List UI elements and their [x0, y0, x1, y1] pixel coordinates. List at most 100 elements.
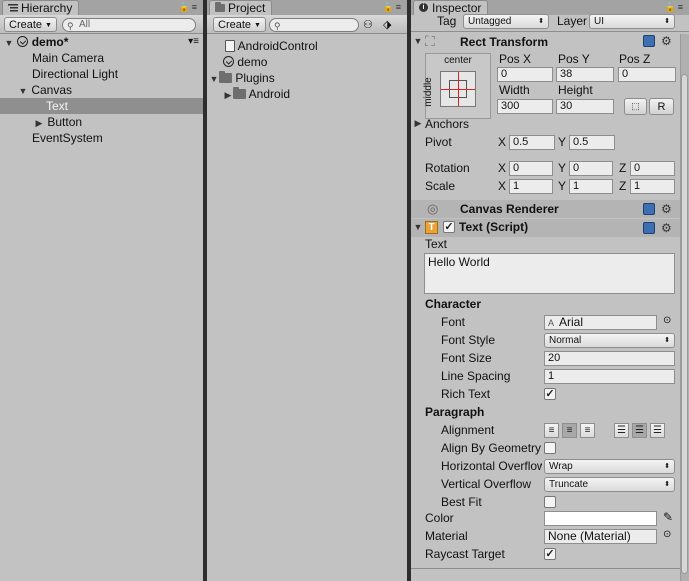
best-fit-checkbox[interactable]	[544, 496, 556, 508]
scale-z-field[interactable]: 1	[630, 179, 675, 194]
scale-y-field[interactable]: 1	[569, 179, 613, 194]
inspector-scroll-thumb[interactable]	[681, 74, 688, 574]
project-item-demo[interactable]: demo	[207, 54, 407, 70]
project-tab[interactable]: Project	[209, 0, 273, 15]
rotation-y-field[interactable]: 0	[569, 161, 613, 176]
inspector-scrollbar[interactable]	[680, 34, 689, 581]
font-field[interactable]: A Arial	[544, 315, 657, 330]
text-enabled-checkbox[interactable]: ✓	[443, 221, 455, 233]
project-item-plugins[interactable]: ▼ Plugins	[207, 70, 407, 86]
inspector-panel: i Inspector 🔒≡ Tag Untagged ⬍ Layer UI ⬍ ▼…	[411, 0, 689, 581]
raw-edit-button[interactable]: R	[649, 98, 674, 115]
project-item-androidcontrol[interactable]: AndroidControl	[207, 38, 407, 54]
font-size-field[interactable]: 20	[544, 351, 675, 366]
line-spacing-field[interactable]: 1	[544, 369, 675, 384]
hierarchy-create-button[interactable]: Create ▼	[4, 17, 57, 32]
font-style-dropdown[interactable]: Normal ⬍	[544, 333, 675, 348]
hierarchy-item-main-camera[interactable]: Main Camera	[0, 50, 203, 66]
project-create-button[interactable]: Create ▼	[213, 17, 266, 32]
panel-lock-menu-icons[interactable]: 🔒≡	[383, 2, 403, 13]
canvas-renderer-header[interactable]: ◎ Canvas Renderer ⚙	[411, 200, 689, 218]
expand-arrow-icon[interactable]: ▼	[413, 222, 423, 232]
updown-icon: ⬍	[664, 18, 670, 25]
layer-dropdown[interactable]: UI ⬍	[589, 14, 675, 29]
align-middle-button[interactable]: ☰	[632, 423, 647, 438]
object-picker-icon[interactable]: ⊙	[663, 529, 671, 540]
hierarchy-panel: Hierarchy 🔒≡ Create ▼ ⚲ All ▼ demo* ▾≡ Ma…	[0, 0, 203, 581]
scene-menu-icon[interactable]: ▾≡	[188, 34, 199, 50]
list-item-label: Button	[47, 115, 83, 129]
align-top-button[interactable]: ☰	[614, 423, 629, 438]
updown-icon: ⬍	[538, 18, 544, 25]
raycast-target-checkbox[interactable]: ✓	[544, 548, 556, 560]
filter-type-icon[interactable]: ⚇	[363, 18, 373, 31]
rotation-y-label: Y	[558, 161, 567, 175]
blueprint-mode-button[interactable]: ⬚	[624, 98, 647, 115]
inspector-tab[interactable]: i Inspector	[413, 0, 489, 15]
eyedropper-icon[interactable]: ✎	[663, 510, 673, 524]
gear-icon[interactable]: ⚙	[661, 222, 672, 234]
hierarchy-search-input[interactable]: ⚲ All	[62, 18, 196, 32]
hierarchy-item-canvas[interactable]: ▼ Canvas	[0, 82, 203, 98]
collapsed-arrow-icon[interactable]: ▶	[34, 115, 44, 131]
expand-arrow-icon[interactable]: ▼	[4, 35, 14, 51]
help-book-icon[interactable]	[643, 222, 655, 234]
hierarchy-toolbar: Create ▼ ⚲ All	[0, 15, 203, 34]
text-script-header[interactable]: ▼ T ✓ Text (Script) ⚙	[411, 219, 689, 237]
project-search-input[interactable]: ⚲	[269, 18, 359, 32]
folder-icon	[219, 71, 232, 83]
tag-label: Tag	[437, 14, 457, 28]
hierarchy-item-eventsystem[interactable]: EventSystem	[0, 130, 203, 146]
horizontal-overflow-dropdown[interactable]: Wrap ⬍	[544, 459, 675, 474]
list-item-label: Canvas	[31, 83, 73, 97]
rotation-z-field[interactable]: 0	[630, 161, 675, 176]
rotation-z-label: Z	[619, 161, 627, 175]
pos-y-field[interactable]: 38	[556, 67, 614, 82]
rich-text-checkbox[interactable]: ✓	[544, 388, 556, 400]
vertical-overflow-dropdown[interactable]: Truncate ⬍	[544, 477, 675, 492]
collapsed-arrow-icon[interactable]: ▶	[413, 118, 423, 129]
list-icon	[8, 4, 18, 12]
color-swatch[interactable]	[544, 511, 657, 526]
material-field[interactable]: None (Material)	[544, 529, 657, 544]
expand-arrow-icon[interactable]: ▼	[413, 36, 423, 46]
project-item-android[interactable]: ▶ Android	[207, 86, 407, 102]
rect-transform-title: Rect Transform	[460, 35, 549, 49]
panel-lock-menu-icons[interactable]: 🔒≡	[179, 2, 199, 13]
align-right-button[interactable]: ≡	[580, 423, 595, 438]
align-by-geometry-checkbox[interactable]	[544, 442, 556, 454]
pos-z-field[interactable]: 0	[618, 67, 676, 82]
width-field[interactable]: 300	[497, 99, 553, 114]
help-book-icon[interactable]	[643, 203, 655, 215]
tag-dropdown[interactable]: Untagged ⬍	[463, 14, 549, 29]
gear-icon[interactable]: ⚙	[661, 35, 672, 47]
width-label: Width	[499, 83, 530, 97]
pivot-x-field[interactable]: 0.5	[509, 135, 555, 150]
script-file-icon	[225, 40, 235, 52]
align-left-button[interactable]: ≡	[544, 423, 559, 438]
pos-x-field[interactable]: 0	[497, 67, 553, 82]
align-center-button[interactable]: ≡	[562, 423, 577, 438]
scene-row[interactable]: ▼ demo* ▾≡	[0, 34, 203, 50]
text-value-area[interactable]: Hello World	[424, 253, 675, 294]
height-field[interactable]: 30	[556, 99, 614, 114]
expand-arrow-icon[interactable]: ▼	[18, 83, 28, 99]
collapsed-arrow-icon[interactable]: ▶	[223, 87, 233, 103]
panel-lock-menu-icons[interactable]: 🔒≡	[665, 2, 685, 13]
object-picker-icon[interactable]: ⊙	[663, 315, 671, 326]
hierarchy-tab[interactable]: Hierarchy	[2, 0, 80, 15]
filter-label-icon[interactable]: ⬗	[383, 18, 391, 31]
hierarchy-item-button[interactable]: ▶ Button	[0, 114, 203, 130]
gear-icon[interactable]: ⚙	[661, 203, 672, 215]
expand-arrow-icon[interactable]: ▼	[209, 71, 219, 87]
anchor-preset-widget[interactable]: center middle	[423, 53, 491, 119]
help-book-icon[interactable]	[643, 35, 655, 47]
hierarchy-item-text[interactable]: Text	[0, 98, 203, 114]
list-item-label: Directional Light	[32, 67, 119, 81]
rotation-x-field[interactable]: 0	[509, 161, 553, 176]
align-right-icon: ≡	[584, 425, 591, 436]
pivot-y-field[interactable]: 0.5	[569, 135, 615, 150]
scale-x-field[interactable]: 1	[509, 179, 553, 194]
hierarchy-item-directional-light[interactable]: Directional Light	[0, 66, 203, 82]
align-bottom-button[interactable]: ☰	[650, 423, 665, 438]
